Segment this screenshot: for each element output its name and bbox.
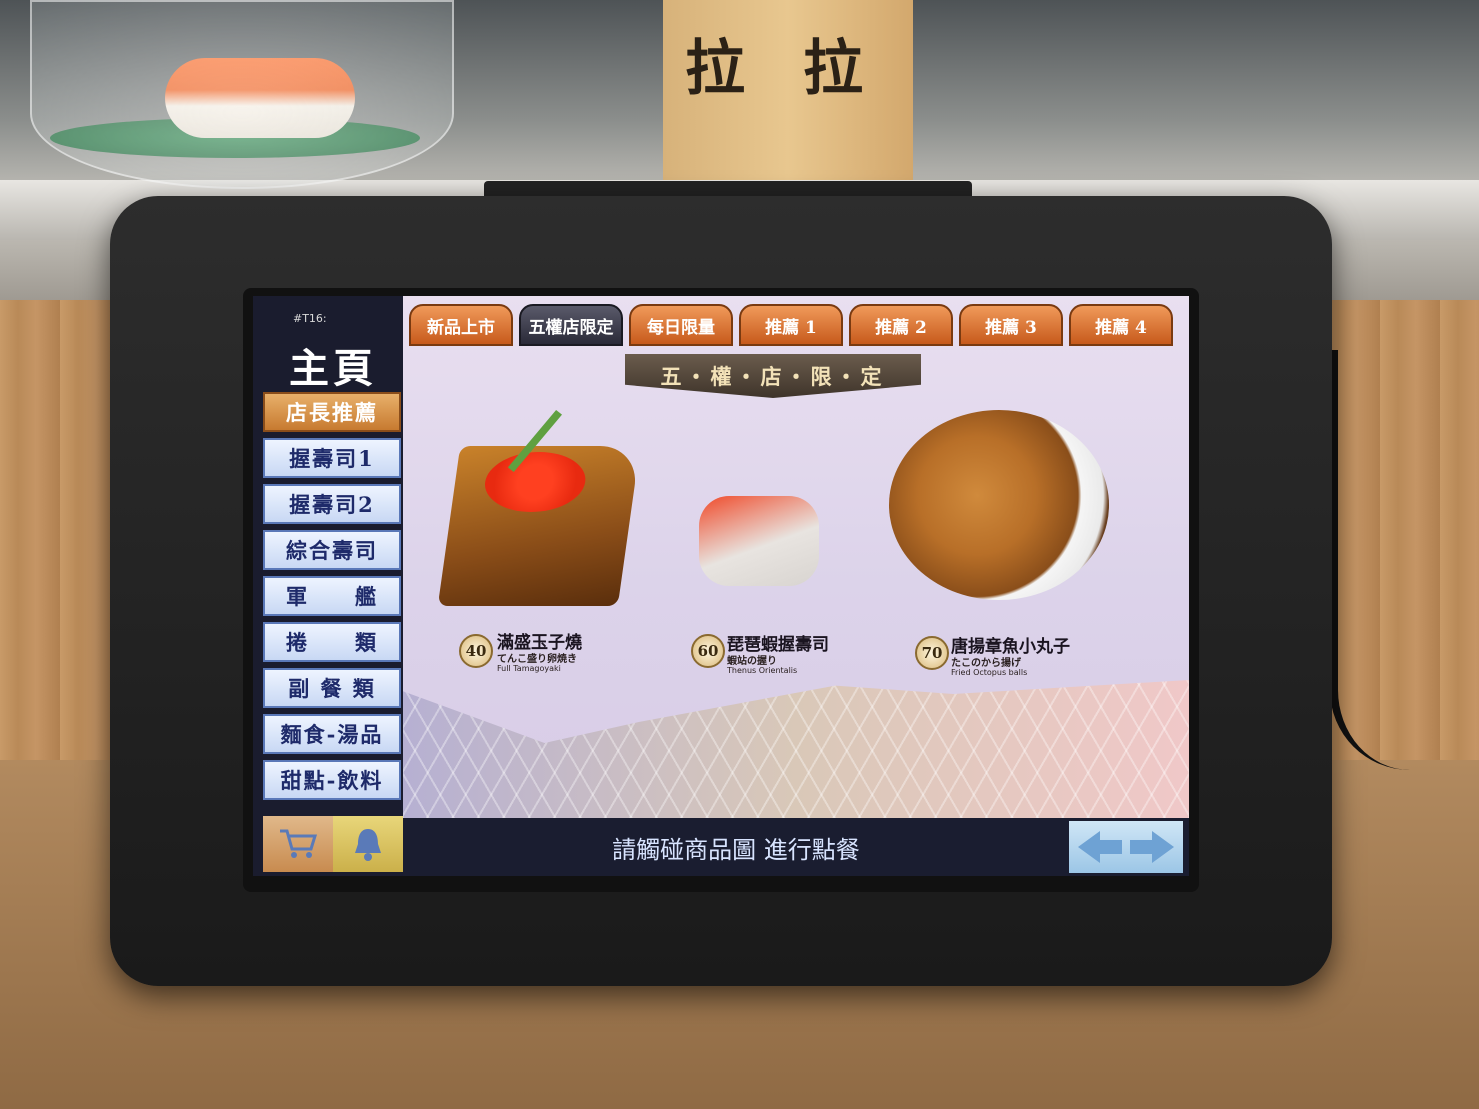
tab-recommend-3[interactable]: 推薦 3 xyxy=(959,304,1063,346)
tab-new-items[interactable]: 新品上市 xyxy=(409,304,513,346)
left-right-arrows-icon xyxy=(1078,831,1174,863)
price-badge: 70 xyxy=(915,636,949,670)
category-rolls[interactable]: 捲 類 xyxy=(263,622,401,662)
item-price: 40 xyxy=(465,642,487,660)
bell-icon xyxy=(355,829,381,861)
section-banner: 五・權・店・限・定 xyxy=(625,354,921,398)
item-photo-octopus-balls[interactable] xyxy=(889,410,1109,600)
category-list: 店長推薦 握壽司1 握壽司2 綜合壽司 軍 艦 捲 類 副 餐 類 麵食-湯品 … xyxy=(263,392,401,806)
decorative-pattern xyxy=(403,680,1189,818)
item-name-jp: てんこ盛り卵焼き xyxy=(497,654,577,665)
category-dessert-drinks[interactable]: 甜點-飲料 xyxy=(263,760,401,800)
bottom-instruction-bar: 請觸碰商品圖 進行點餐 xyxy=(403,818,1189,876)
ordering-screen: #T16: 主頁 店長推薦 握壽司1 握壽司2 綜合壽司 軍 艦 捲 類 副 餐… xyxy=(243,288,1199,892)
menu-tabs: 新品上市 五權店限定 每日限量 推薦 1 推薦 2 推薦 3 推薦 4 xyxy=(403,304,1189,350)
touch-instruction-text: 請觸碰商品圖 進行點餐 xyxy=(612,835,860,864)
sidebar-actions xyxy=(263,816,403,872)
category-side-dishes[interactable]: 副 餐 類 xyxy=(263,668,401,708)
block-char-right: 拉 xyxy=(803,34,863,104)
tab-recommend-2[interactable]: 推薦 2 xyxy=(849,304,953,346)
power-cable xyxy=(1330,350,1479,770)
item-name-jp: 蝦站の握り xyxy=(727,656,777,667)
call-service-button[interactable] xyxy=(333,816,403,872)
category-store-manager-pick[interactable]: 店長推薦 xyxy=(263,392,401,432)
item-photo-shrimp-nigiri[interactable] xyxy=(699,496,819,586)
category-gunkan[interactable]: 軍 艦 xyxy=(263,576,401,616)
category-sidebar: #T16: 主頁 店長推薦 握壽司1 握壽司2 綜合壽司 軍 艦 捲 類 副 餐… xyxy=(253,296,403,876)
block-char-left: 拉 xyxy=(685,34,745,104)
cart-icon xyxy=(280,829,318,858)
price-badge: 60 xyxy=(691,634,725,668)
category-assorted-sushi[interactable]: 綜合壽司 xyxy=(263,530,401,570)
tab-recommend-1[interactable]: 推薦 1 xyxy=(739,304,843,346)
table-number: #T16: xyxy=(293,312,327,325)
page-switch-button[interactable] xyxy=(1069,821,1183,873)
item-name-en: Thenus Orientalis xyxy=(727,666,798,675)
item-price: 60 xyxy=(697,642,719,660)
plate-cover-dome xyxy=(30,0,454,189)
tab-store-exclusive[interactable]: 五權店限定 xyxy=(519,304,623,346)
category-noodles-soup[interactable]: 麵食-湯品 xyxy=(263,714,401,754)
wooden-block: 拉 拉 xyxy=(663,0,913,180)
item-name-en: Fried Octopus balls xyxy=(951,668,1028,677)
item-photo-tamagoyaki[interactable] xyxy=(437,446,641,606)
category-nigiri-1[interactable]: 握壽司1 xyxy=(263,438,401,478)
item-name-jp: たこのから揚げ xyxy=(951,658,1021,669)
category-nigiri-2[interactable]: 握壽司2 xyxy=(263,484,401,524)
home-button[interactable]: 主頁 xyxy=(273,336,393,394)
menu-content: 新品上市 五權店限定 每日限量 推薦 1 推薦 2 推薦 3 推薦 4 五・權・… xyxy=(403,296,1189,818)
tab-recommend-4[interactable]: 推薦 4 xyxy=(1069,304,1173,346)
price-badge: 40 xyxy=(459,634,493,668)
item-price: 70 xyxy=(921,644,943,662)
tab-daily-limited[interactable]: 每日限量 xyxy=(629,304,733,346)
cart-button[interactable] xyxy=(263,816,333,872)
item-name-en: Full Tamagoyaki xyxy=(497,664,561,673)
